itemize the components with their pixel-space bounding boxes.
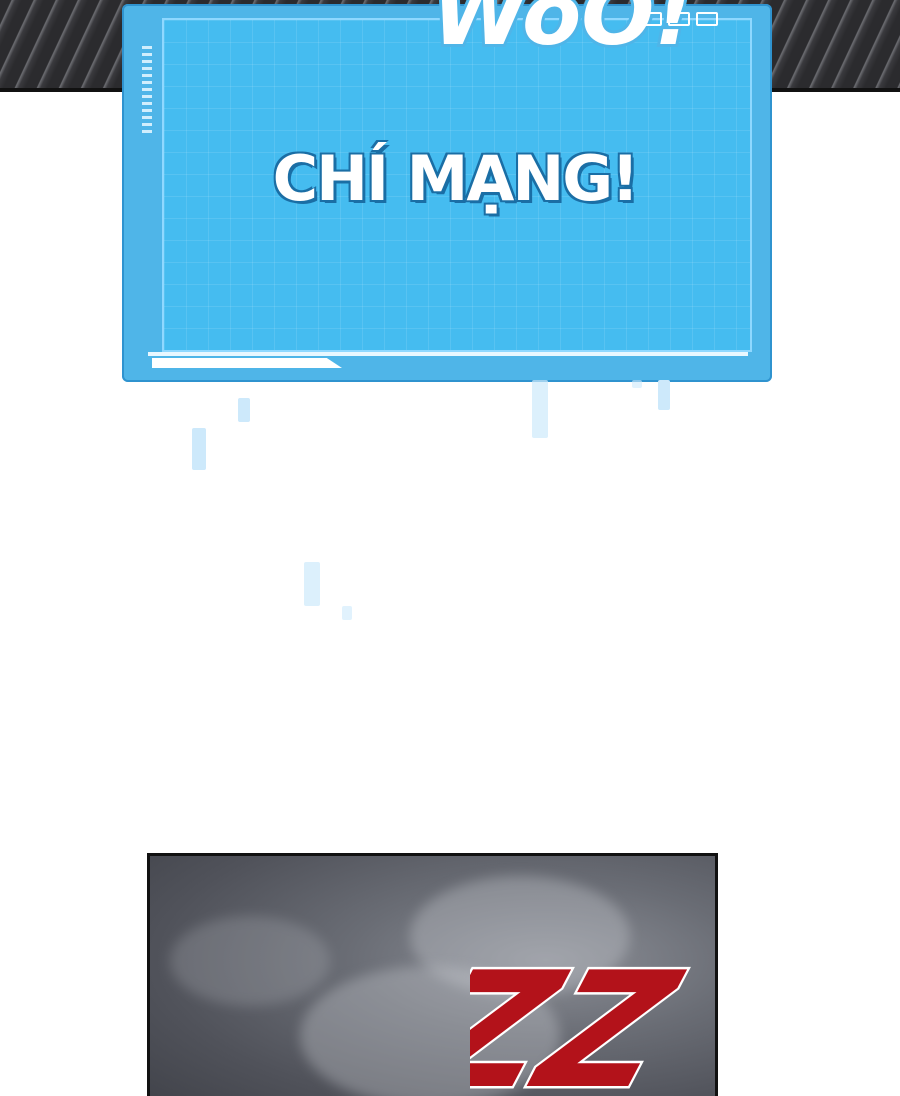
system-window: WoO! CHÍ MẠNG!	[122, 0, 772, 382]
dissolve-particle	[658, 380, 670, 410]
window-control-buttons	[640, 12, 718, 26]
dissolve-particle	[238, 398, 250, 422]
comic-page: WoO! CHÍ MẠNG! ZZ	[0, 0, 900, 1096]
sound-effect-bottom-text: ZZ	[470, 938, 698, 1096]
smoke-cloud	[170, 916, 330, 1006]
dissolve-particle	[532, 380, 548, 438]
dissolve-particle	[304, 562, 320, 606]
system-window-tick-marks	[142, 46, 152, 136]
bottom-bar-slab	[152, 358, 342, 368]
dissolve-particle	[632, 380, 642, 388]
next-panel-smoke: ZZ	[147, 853, 718, 1096]
system-window-bottom-bar	[148, 350, 748, 372]
sound-effect-top: WoO!	[429, 0, 697, 54]
dissolve-particle	[342, 606, 352, 620]
bottom-bar-line	[148, 352, 748, 356]
dissolve-particle	[192, 428, 206, 470]
close-icon	[696, 12, 718, 26]
maximize-icon	[668, 12, 690, 26]
sound-effect-bottom: ZZ	[470, 935, 700, 1096]
minimize-icon	[640, 12, 662, 26]
critical-hit-title: CHÍ MẠNG!	[272, 142, 640, 215]
sound-effect-top-text: WoO!	[432, 0, 694, 54]
